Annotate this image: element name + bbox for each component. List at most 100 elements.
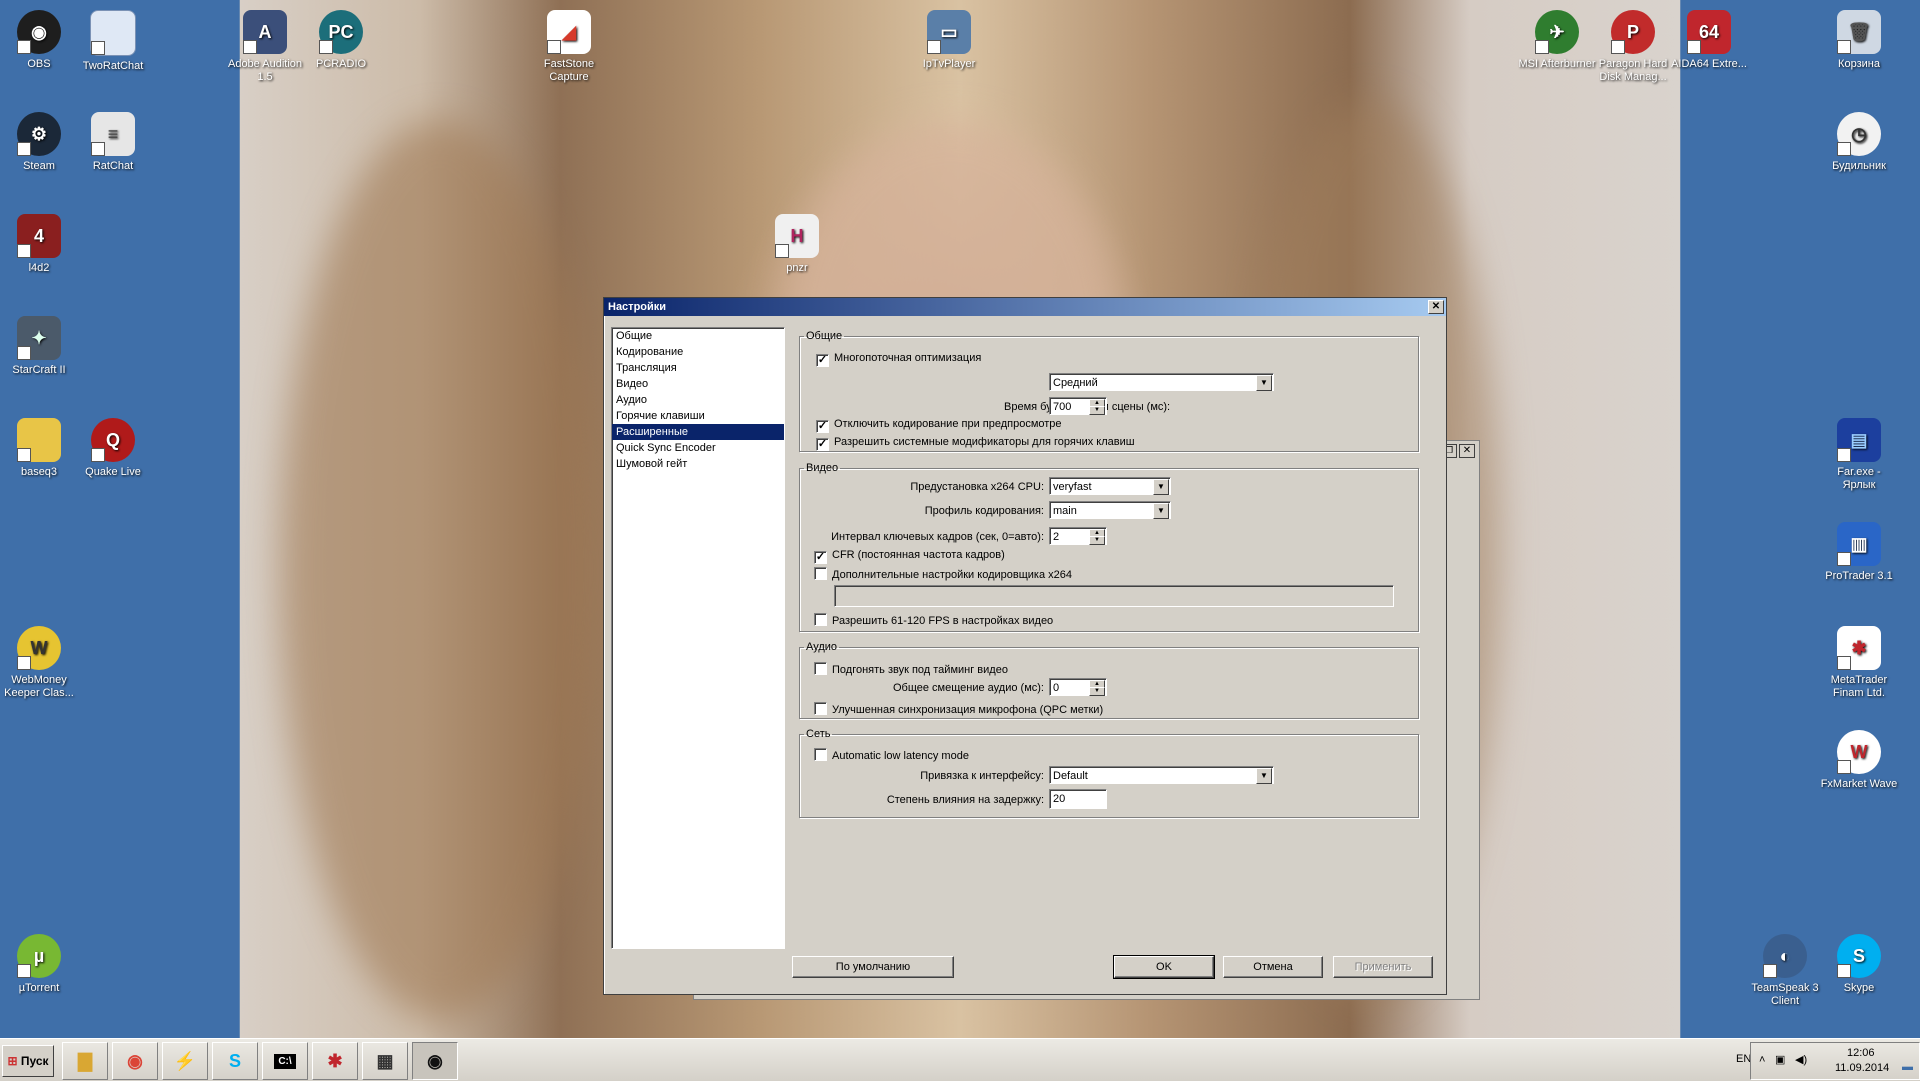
desktop-icon-far[interactable]: ▤ Far.exe - Ярлык	[1820, 418, 1898, 492]
desktop-icon-fxmarket[interactable]: W FxMarket Wave	[1820, 730, 1898, 791]
desktop-icon-label: OBS	[27, 58, 51, 70]
desktop-icon-protrader[interactable]: ▥ ProTrader 3.1	[1820, 522, 1898, 583]
taskbar-winamp[interactable]: ⚡	[162, 1042, 208, 1080]
desktop-icon-label: IpTvPlayer	[922, 58, 976, 70]
start-button[interactable]: ⊞ Пуск	[2, 1045, 54, 1077]
mic-sync-checkbox[interactable]: Улучшенная синхронизация микрофона (QPC …	[814, 702, 1103, 716]
desktop-icon-pcradio[interactable]: PC PCRADIO	[302, 10, 380, 71]
show-desktop-icon[interactable]: ▬	[1902, 1061, 1913, 1073]
desktop-icon-faststone[interactable]: ◢ FastStone Capture	[530, 10, 608, 84]
desktop-icon-aida64[interactable]: 64 AIDA64 Extre...	[1670, 10, 1748, 71]
cfr-checkbox[interactable]: ✓ CFR (постоянная частота кадров)	[814, 549, 1005, 564]
bind-interface-select[interactable]: Default ▼	[1049, 766, 1274, 784]
desktop-icon-l4d2[interactable]: 4 l4d2	[0, 214, 78, 275]
desktop-icon-label: FxMarket Wave	[1820, 778, 1898, 790]
desktop-icon-obs[interactable]: ◉ OBS	[0, 10, 78, 71]
desktop-icon-iptvplayer[interactable]: ▭ IpTvPlayer	[910, 10, 988, 71]
skype-icon: S	[1837, 934, 1881, 978]
nav-item-audio[interactable]: Аудио	[612, 392, 784, 408]
nav-item-quicksync[interactable]: Quick Sync Encoder	[612, 440, 784, 456]
spin-down-icon[interactable]: ▼	[1089, 687, 1105, 696]
taskbar-chrome[interactable]: ◉	[112, 1042, 158, 1080]
desktop-icon-baseq3[interactable]: baseq3	[0, 418, 78, 479]
low-latency-checkbox[interactable]: Automatic low latency mode	[814, 748, 969, 762]
select-value: main	[1053, 505, 1077, 517]
desktop-icon-label: TeamSpeak 3 Client	[1751, 982, 1819, 1007]
network-icon[interactable]: ▣	[1775, 1053, 1785, 1066]
desktop-icon-alarm[interactable]: ◷ Будильник	[1820, 112, 1898, 173]
profile-select[interactable]: main ▼	[1049, 501, 1171, 519]
clock-date[interactable]: 11.09.2014	[1835, 1062, 1889, 1074]
desktop-icon-label: FastStone Capture	[543, 58, 595, 83]
multithread-checkbox[interactable]: ✓ Многопоточная оптимизация	[816, 352, 981, 367]
background-window-close-icon[interactable]: ✕	[1459, 444, 1475, 458]
priority-select[interactable]: Средний ▼	[1049, 373, 1274, 391]
nav-item-hotkeys[interactable]: Горячие клавиши	[612, 408, 784, 424]
desktop-icon-teamspeak[interactable]: ◐ TeamSpeak 3 Client	[1746, 934, 1824, 1008]
taskbar-console[interactable]: C:\	[262, 1042, 308, 1080]
taskbar-skype[interactable]: S	[212, 1042, 258, 1080]
desktop-icon-paragon[interactable]: P Paragon Hard Disk Manag...	[1594, 10, 1672, 84]
desktop-icon-pnzr[interactable]: H pnzr	[758, 214, 836, 275]
spin-down-icon[interactable]: ▼	[1089, 406, 1105, 415]
preset-select[interactable]: veryfast ▼	[1049, 477, 1171, 495]
windows-logo-icon: ⊞	[7, 1054, 18, 1068]
taskbar-finam[interactable]: ✱	[312, 1042, 358, 1080]
group-network-legend: Сеть	[806, 728, 831, 740]
taskbar-obs[interactable]: ◉	[412, 1042, 458, 1080]
desktop-icon-utorrent[interactable]: µ µTorrent	[0, 934, 78, 995]
disable-preview-encoding-checkbox[interactable]: ✓ Отключить кодирование при предпросмотре	[816, 418, 1062, 433]
language-indicator[interactable]: EN	[1736, 1053, 1751, 1065]
nav-item-broadcast[interactable]: Трансляция	[612, 360, 784, 376]
desktop-icon-quakelive[interactable]: Q Quake Live	[74, 418, 152, 479]
nav-item-advanced[interactable]: Расширенные	[612, 424, 784, 440]
desktop-icon-label: TwoRatChat	[82, 60, 144, 72]
desktop-icon-label: Paragon Hard Disk Manag...	[1598, 58, 1668, 83]
volume-icon[interactable]: ◀)	[1795, 1053, 1807, 1066]
desktop-icon-afterburner[interactable]: ✈ MSI Afterburner	[1518, 10, 1596, 71]
desktop-icon-label: RatChat	[92, 160, 134, 172]
defaults-button[interactable]: По умолчанию	[792, 956, 954, 978]
desktop-icon-skype[interactable]: S Skype	[1820, 934, 1898, 995]
nav-item-encoding[interactable]: Кодирование	[612, 344, 784, 360]
sync-timing-checkbox[interactable]: Подгонять звук под тайминг видео	[814, 662, 1008, 676]
cancel-button[interactable]: Отмена	[1223, 956, 1323, 978]
audio-offset-label: Общее смещение аудио (мс):	[892, 682, 1044, 694]
ok-button[interactable]: OK	[1113, 955, 1215, 979]
desktop-icon-recycle-bin[interactable]: 🗑 Корзина	[1820, 10, 1898, 71]
taskbar-media[interactable]: ▦	[362, 1042, 408, 1080]
nav-item-general[interactable]: Общие	[612, 328, 784, 344]
close-icon[interactable]: ✕	[1428, 300, 1444, 314]
desktop-icon-steam[interactable]: ⚙ Steam	[0, 112, 78, 173]
console-icon: C:\	[274, 1053, 296, 1069]
nav-item-noise-gate[interactable]: Шумовой гейт	[612, 456, 784, 472]
dialog-titlebar[interactable]: Настройки ✕	[604, 298, 1446, 316]
capture-icon: ◢	[547, 10, 591, 54]
desktop-icon-audition[interactable]: A Adobe Audition 1.5	[226, 10, 304, 84]
desktop-icon-ratchat[interactable]: ≡ RatChat	[74, 112, 152, 173]
nav-item-video[interactable]: Видео	[612, 376, 784, 392]
tray-expand-icon[interactable]: ˄	[1759, 1054, 1765, 1066]
taskbar-explorer[interactable]: ▇	[62, 1042, 108, 1080]
audio-offset-spinner[interactable]: 0 ▲ ▼	[1049, 678, 1107, 696]
chevron-down-icon: ▼	[1153, 503, 1169, 519]
allow-fps-checkbox[interactable]: Разрешить 61-120 FPS в настройках видео	[814, 613, 1053, 627]
spin-down-icon[interactable]: ▼	[1089, 536, 1105, 545]
apply-button[interactable]: Применить	[1333, 956, 1433, 978]
x264-extra-checkbox[interactable]: Дополнительные настройки кодировщика x26…	[814, 567, 1072, 581]
desktop-icon-tworatchat[interactable]: TwoRatChat	[74, 10, 152, 73]
input-value: 20	[1053, 793, 1066, 805]
clock-time[interactable]: 12:06	[1847, 1047, 1875, 1059]
desktop-icon-metatrader[interactable]: ✱ MetaTrader Finam Ltd.	[1820, 626, 1898, 700]
desktop-icon-starcraft[interactable]: ✦ StarCraft II	[0, 316, 78, 377]
html-file-icon: H	[775, 214, 819, 258]
desktop-icon-webmoney[interactable]: W WebMoney Keeper Clas...	[0, 626, 78, 700]
buffer-spinner[interactable]: 700 ▲ ▼	[1049, 397, 1107, 415]
desktop-icon-label: PCRADIO	[315, 58, 367, 70]
finam-icon: ✱	[327, 1050, 343, 1071]
latency-factor-input[interactable]: 20	[1049, 789, 1107, 809]
start-label: Пуск	[20, 1054, 49, 1068]
x264-extra-input[interactable]	[834, 585, 1394, 607]
keyframe-spinner[interactable]: 2 ▲ ▼	[1049, 527, 1107, 545]
allow-modifiers-checkbox[interactable]: ✓ Разрешить системные модификаторы для го…	[816, 436, 1135, 451]
